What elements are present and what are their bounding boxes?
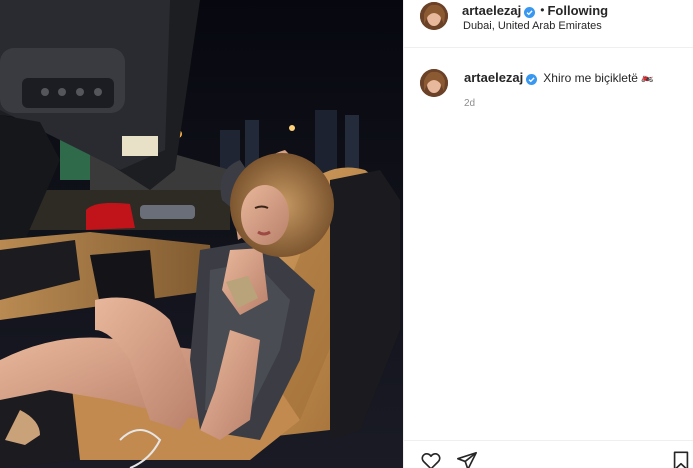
- location-link[interactable]: Dubai, United Arab Emirates: [463, 20, 602, 32]
- caption-username-link[interactable]: artaelezaj: [464, 70, 523, 85]
- post-photo[interactable]: [0, 0, 403, 468]
- verified-badge-icon: [526, 72, 538, 85]
- post-header: artaelezaj • Following Dubai, United Ara…: [404, 0, 693, 48]
- avatar[interactable]: [420, 2, 448, 30]
- post-detail-panel: artaelezaj • Following Dubai, United Ara…: [403, 0, 693, 468]
- motorcycle-emoji: 🏍️: [640, 72, 654, 83]
- separator-dot: •: [540, 3, 545, 17]
- avatar[interactable]: [420, 69, 448, 97]
- verified-badge-icon: [524, 5, 536, 18]
- username-link[interactable]: artaelezaj: [462, 3, 521, 18]
- caption-timestamp[interactable]: 2d: [464, 98, 475, 109]
- heart-icon[interactable]: [420, 450, 442, 468]
- paper-plane-icon[interactable]: [456, 450, 478, 468]
- caption-text: Xhiro me biçikletë: [543, 70, 638, 85]
- following-button[interactable]: Following: [547, 3, 608, 18]
- caption-row: artaelezaj Xhiro me biçikletë 🏍️: [464, 70, 653, 85]
- bookmark-icon[interactable]: [670, 450, 692, 468]
- action-bar: [404, 440, 693, 468]
- post-image: [0, 0, 403, 468]
- header-name-row: artaelezaj • Following: [462, 2, 608, 18]
